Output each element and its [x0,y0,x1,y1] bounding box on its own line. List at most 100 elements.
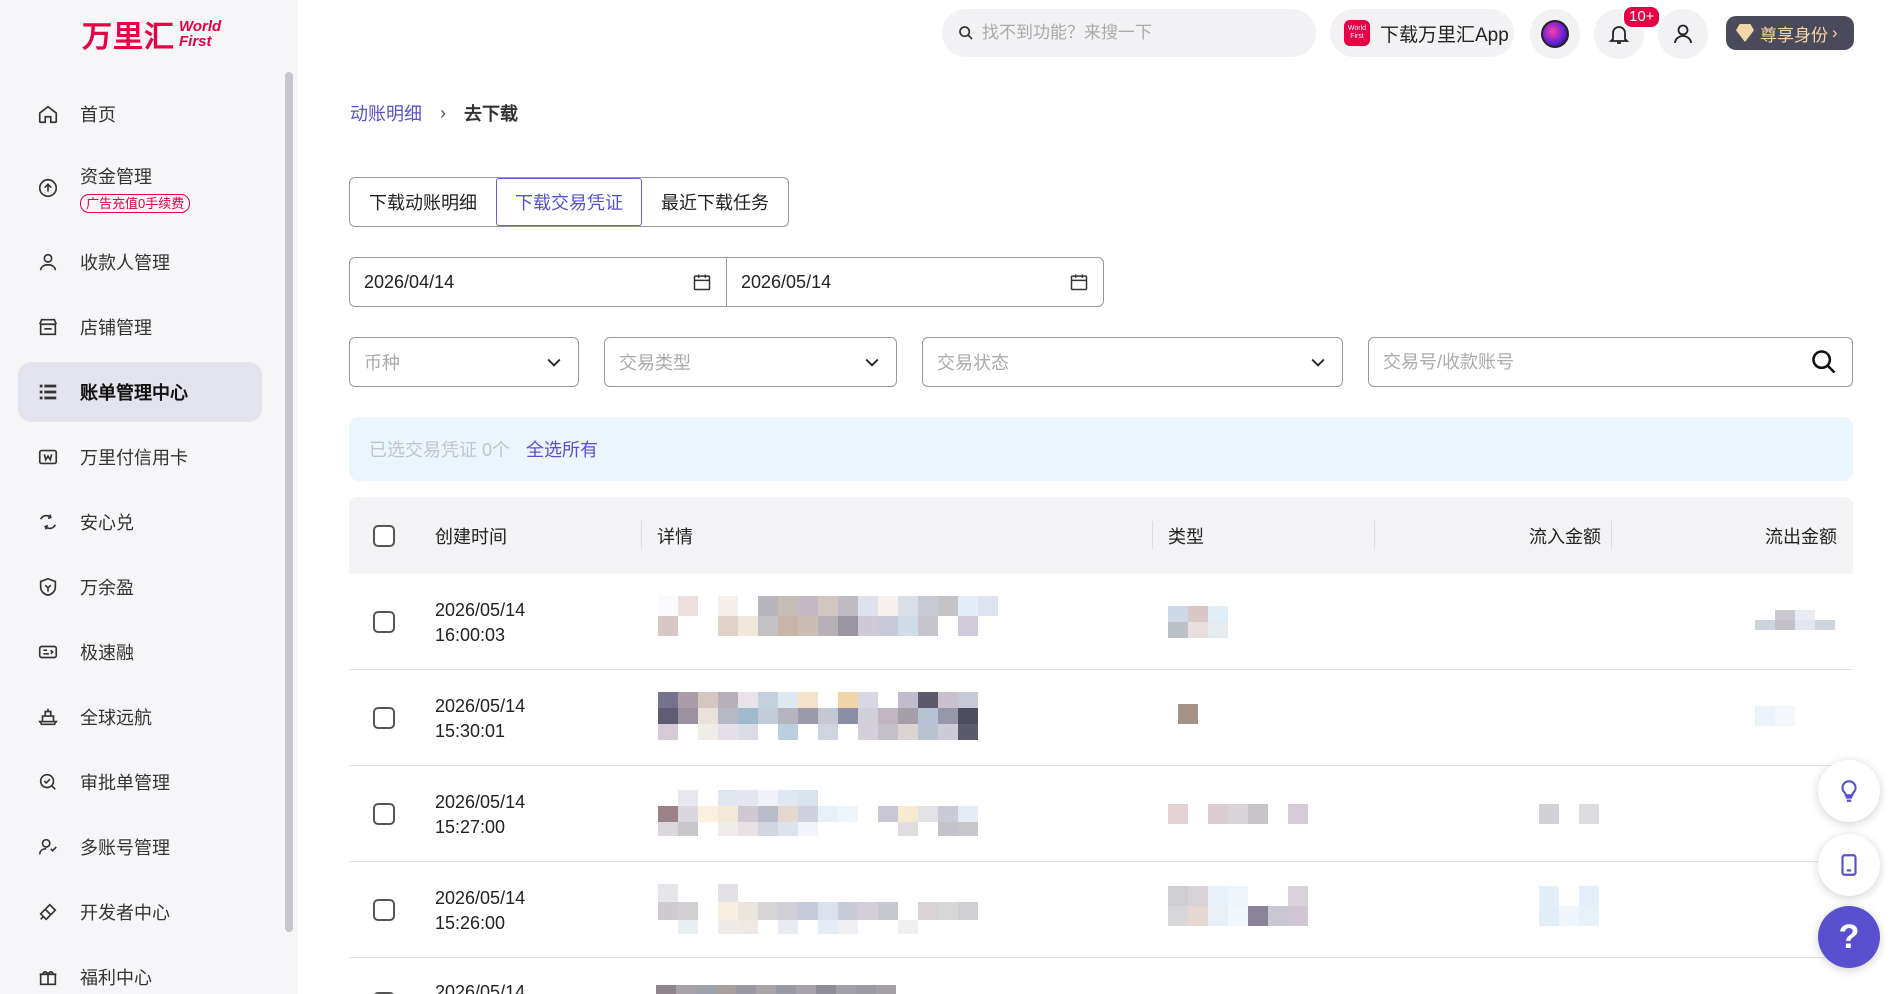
notifications-button[interactable]: 10+ [1594,5,1662,59]
approval-icon [36,770,60,794]
shield-yield-icon [36,575,60,599]
search-icon [959,26,973,40]
transaction-type-placeholder: 交易类型 [619,353,691,373]
ai-assistant-button[interactable] [1530,9,1580,59]
sidebar-item-bill-center[interactable]: 账单管理中心 [18,362,262,422]
sidebar-item-label: 福利中心 [80,968,152,988]
currency-placeholder: 币种 [364,353,400,373]
row-checkbox[interactable] [373,803,395,825]
select-all-link[interactable]: 全选所有 [526,436,598,462]
sidebar-item-yield[interactable]: 万余盈 [18,557,262,617]
date-range-picker: 2026/04/14 2026/05/14 [349,257,1104,307]
sidebar-item-global-voyage[interactable]: 全球远航 [18,687,262,747]
sidebar-item-label: 万余盈 [80,578,134,598]
breadcrumb-current: 去下载 [464,104,518,124]
sidebar-item-label: 万里付信用卡 [80,448,188,468]
redacted-details [658,790,1038,836]
help-button[interactable]: ? [1818,906,1880,968]
transaction-search-input[interactable] [1383,351,1810,373]
account-button[interactable] [1658,9,1708,59]
row-checkbox[interactable] [373,611,395,633]
sidebar-item-payee[interactable]: 收款人管理 [18,232,262,292]
vip-status-button[interactable]: 尊享身份 › [1726,16,1854,50]
calendar-icon [1070,274,1088,291]
exchange-icon [36,510,60,534]
sidebar-item-fast-finance[interactable]: 极速融 [18,622,262,682]
credit-card-icon [36,445,60,469]
table-row[interactable]: 2026/05/14 16:00:03 [349,574,1853,670]
fund-icon [36,176,60,200]
transaction-status-placeholder: 交易状态 [937,353,1009,373]
search-icon[interactable] [1810,348,1838,376]
sidebar-item-welfare[interactable]: 福利中心 [18,947,262,994]
transaction-search-field[interactable] [1368,337,1853,387]
transaction-status-select[interactable]: 交易状态 [922,337,1343,387]
download-app-button[interactable]: World First 下载万里汇App [1330,9,1514,57]
table-row[interactable]: 2026/05/14 [349,958,1853,994]
redacted-inflow [1539,804,1599,824]
row-created-time: 2026/05/14 16:00:03 [435,600,526,645]
table-row[interactable]: 2026/05/14 15:26:00 [349,862,1853,958]
redacted-inflow [1539,886,1599,926]
sidebar-item-approval[interactable]: 审批单管理 [18,752,262,812]
table-row[interactable]: 2026/05/14 15:27:00 [349,766,1853,862]
sidebar-item-label: 审批单管理 [80,773,170,793]
sidebar-item-label: 首页 [80,105,116,125]
column-divider [641,521,642,549]
multi-account-icon [36,835,60,859]
table-row[interactable]: 2026/05/14 15:30:01 [349,670,1853,766]
sidebar-item-home[interactable]: 首页 [18,84,262,144]
sidebar-item-exchange[interactable]: 安心兑 [18,492,262,552]
breadcrumb: 动账明细 › 去下载 [350,100,518,126]
sidebar-scrollbar[interactable] [285,72,293,932]
sidebar-item-fund-management[interactable]: 资金管理 广告充值0手续费 [18,149,262,227]
sidebar-item-credit-card[interactable]: 万里付信用卡 [18,427,262,487]
redacted-type [1168,886,1308,926]
sidebar-item-label: 极速融 [80,643,134,663]
calendar-icon [693,274,711,291]
tab-download-voucher[interactable]: 下载交易凭证 [496,178,642,226]
redacted-type [1168,804,1308,824]
currency-select[interactable]: 币种 [349,337,579,387]
end-date-value: 2026/05/14 [741,271,832,292]
tab-download-statement[interactable]: 下载动账明细 [350,178,496,226]
chevron-right-icon: › [1832,23,1838,42]
start-date-value: 2026/04/14 [364,271,455,292]
sidebar-item-label: 全球远航 [80,708,152,728]
sidebar-item-developer[interactable]: 开发者中心 [18,882,262,942]
select-all-checkbox[interactable] [373,524,395,547]
row-checkbox[interactable] [373,707,395,729]
transaction-type-select[interactable]: 交易类型 [604,337,897,387]
brand-name-en: World First [179,18,222,50]
redacted-outflow [1755,706,1795,726]
row-created-time: 2026/05/14 [435,982,526,994]
global-search-input[interactable] [982,23,1282,43]
sidebar-item-store[interactable]: 店铺管理 [18,297,262,357]
sidebar-item-label: 店铺管理 [80,318,152,338]
redacted-outflow [1755,610,1835,630]
row-checkbox[interactable] [373,899,395,921]
breadcrumb-parent-link[interactable]: 动账明细 [350,100,422,126]
start-date-field[interactable]: 2026/04/14 [350,258,726,306]
bill-list-icon [36,380,60,404]
tips-button[interactable] [1818,760,1880,822]
ai-orb-icon [1541,20,1569,48]
question-mark-icon: ? [1838,917,1860,956]
sidebar-item-multi-account[interactable]: 多账号管理 [18,817,262,877]
sidebar-item-label: 账单管理中心 [80,383,188,403]
download-app-label: 下载万里汇App [1380,24,1509,46]
column-header-created: 创建时间 [435,526,507,547]
end-date-field[interactable]: 2026/05/14 [726,258,1103,306]
redacted-details [658,884,1038,934]
sidebar: 万里汇 World First 首页 资金管理 广告充值0手续费 收款人管理 店… [0,0,298,994]
selection-info-bar: 已选交易凭证 0个 全选所有 [349,417,1853,481]
global-search[interactable] [942,9,1316,57]
sidebar-item-label: 开发者中心 [80,903,170,923]
sidebar-item-label: 安心兑 [80,513,134,533]
app-root: 万里汇 World First 首页 资金管理 广告充值0手续费 收款人管理 店… [0,0,1902,994]
mobile-button[interactable] [1818,834,1880,896]
tab-recent-tasks[interactable]: 最近下载任务 [642,178,788,226]
table-header: 创建时间 详情 类型 流入金额 流出金额 [349,497,1853,574]
selected-count-text: 已选交易凭证 0个 [369,440,511,460]
brand-logo[interactable]: 万里汇 World First [82,14,222,55]
